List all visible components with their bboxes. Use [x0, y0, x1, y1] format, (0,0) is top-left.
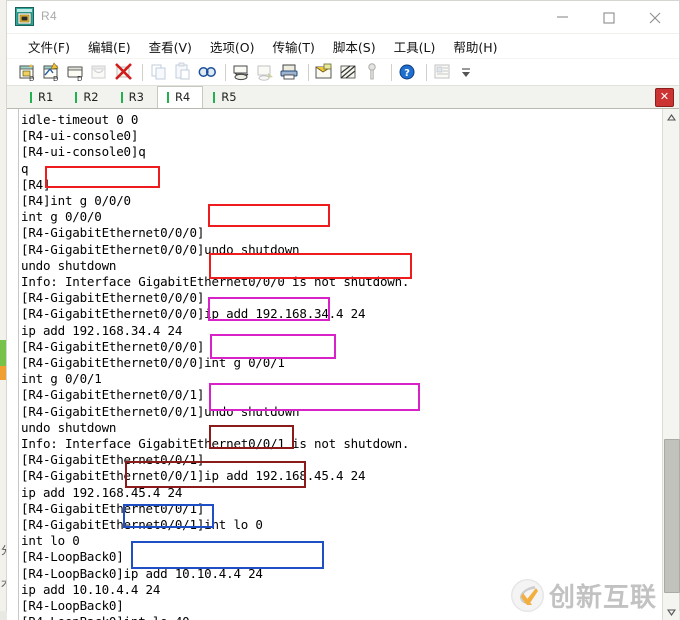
menu-item-options[interactable]: 选项(O): [201, 35, 264, 58]
terminal-line: [R4-GigabitEthernet0/0/0]: [21, 338, 205, 354]
svg-text:D: D: [29, 75, 34, 83]
highlight-ip-add-192-168-45-4: [209, 383, 420, 411]
terminal-application-window: R4 文件(F) 编辑(E) 查看(V) 选项(O) 传输(T) 脚本(S) 工…: [6, 0, 680, 620]
terminal-area: idle-timeout 0 0 [R4-ui-console0] [R4-ui-c…: [7, 109, 680, 620]
tab-r2[interactable]: R2: [66, 87, 111, 108]
terminal-line: ip add 192.168.34.4 24: [21, 322, 183, 338]
tab-label: R4: [174, 90, 191, 104]
svg-text:?: ?: [404, 68, 410, 79]
terminal-line: [R4-GigabitEthernet0/0/0]: [21, 290, 205, 306]
terminal-line: [R4-LoopBack0]int lo 40: [21, 614, 190, 620]
menu-item-edit[interactable]: 编辑(E): [79, 35, 140, 58]
terminal-line: undo shutdown: [21, 257, 117, 273]
maximize-button[interactable]: [587, 1, 633, 32]
sftp-icon[interactable]: [338, 61, 360, 83]
terminal-line: [R4-GigabitEthernet0/0/1]: [21, 387, 205, 403]
tab-r4[interactable]: R4: [156, 86, 204, 108]
terminal-line: q: [21, 160, 29, 176]
terminal-line: [R4-LoopBack0]: [21, 549, 124, 565]
toolbar-separator: [391, 63, 392, 81]
scrollbar-thumb[interactable]: [664, 439, 680, 593]
highlight-int-g-0-0-1: [208, 297, 330, 321]
highlight-ip-add-10-10-4-4: [125, 461, 306, 488]
tab-label: R1: [38, 90, 54, 104]
terminal-line: [R4]int g 0/0/0: [21, 193, 131, 208]
highlight-undo-shutdown-g0: [208, 204, 330, 227]
highlight-ip-add-40-40-40-40: [131, 541, 324, 569]
highlight-int-lo-0: [209, 425, 294, 449]
help-icon[interactable]: ?: [397, 61, 419, 83]
terminal-line: [R4-ui-console0]: [21, 128, 139, 144]
terminal-line: idle-timeout 0 0: [21, 112, 139, 127]
tab-status-indicator: [120, 92, 123, 103]
disconnect-all-icon[interactable]: [113, 61, 135, 83]
menu-item-tools[interactable]: 工具(L): [385, 35, 445, 58]
close-icon: ✕: [659, 91, 670, 103]
terminal-line: [R4-ui-console0]q: [21, 144, 146, 160]
session-tab-bar: R1 R2 R3 R4 R5 ✕: [7, 86, 679, 109]
menu-bar: 文件(F) 编辑(E) 查看(V) 选项(O) 传输(T) 脚本(S) 工具(L…: [7, 34, 679, 59]
menu-item-view[interactable]: 查看(V): [140, 35, 201, 58]
print-screen-icon[interactable]: [279, 61, 301, 83]
new-window-icon[interactable]: D: [65, 61, 87, 83]
find-icon[interactable]: [196, 61, 218, 83]
tab-label: R2: [83, 90, 99, 104]
tab-r5[interactable]: R5: [204, 87, 249, 108]
terminal-line: ip add 10.10.4.4 24: [21, 581, 161, 597]
vertical-scrollbar[interactable]: [662, 109, 680, 620]
properties-icon: [432, 61, 454, 83]
app-icon: [15, 7, 34, 26]
key-icon: [362, 61, 384, 83]
terminal-line: [R4-GigabitEthernet0/0/0]: [21, 225, 205, 241]
terminal-line: int lo 0: [21, 533, 80, 549]
paste-icon: [172, 61, 194, 83]
terminal-output[interactable]: idle-timeout 0 0 [R4-ui-console0] [R4-ui-c…: [7, 109, 663, 620]
toolbar-separator: [308, 63, 309, 81]
highlight-int-lo-40: [123, 504, 214, 528]
highlight-int-g-0-0-0: [45, 166, 160, 188]
terminal-line: int g 0/0/1: [21, 371, 102, 387]
disconnect-icon: [89, 61, 111, 83]
toolbar-separator: [426, 63, 427, 81]
svg-text:D: D: [77, 75, 82, 83]
terminal-left-border: [18, 109, 19, 620]
tab-label: R3: [128, 90, 144, 104]
print-icon[interactable]: [231, 61, 253, 83]
minimize-button[interactable]: [541, 1, 587, 32]
title-bar: R4: [7, 1, 679, 34]
menu-item-help[interactable]: 帮助(H): [444, 35, 506, 58]
terminal-line: int g 0/0/0: [21, 209, 102, 225]
file-transfer-icon[interactable]: [314, 61, 336, 83]
menu-item-transfer[interactable]: 传输(T): [264, 35, 324, 58]
tab-r1[interactable]: R1: [21, 87, 66, 108]
menu-item-file[interactable]: 文件(F): [19, 35, 79, 58]
tab-status-indicator: [30, 92, 32, 103]
highlight-undo-shutdown-g1: [210, 334, 336, 359]
terminal-line: undo shutdown: [21, 419, 117, 435]
tab-r3[interactable]: R3: [111, 87, 156, 108]
toolbar: D D D ?: [7, 59, 679, 86]
toolbar-overflow-icon[interactable]: [460, 61, 472, 83]
tab-status-indicator: [75, 92, 78, 103]
svg-text:D: D: [53, 75, 58, 83]
new-session-icon[interactable]: D: [17, 61, 39, 83]
toolbar-separator: [225, 63, 226, 81]
toolbar-separator: [142, 63, 143, 81]
log-session-icon: [255, 61, 277, 83]
scroll-up-button[interactable]: [663, 109, 679, 125]
clone-session-icon[interactable]: D: [41, 61, 63, 83]
tab-status-indicator: [166, 92, 169, 103]
close-button[interactable]: [633, 1, 679, 32]
menu-item-script[interactable]: 脚本(S): [324, 35, 385, 58]
tab-status-indicator: [213, 92, 216, 103]
highlight-ip-add-192-168-34-4: [209, 253, 412, 279]
window-title: R4: [41, 9, 57, 23]
scroll-down-button[interactable]: [663, 604, 679, 620]
tab-label: R5: [221, 90, 237, 104]
close-tab-button[interactable]: ✕: [655, 88, 674, 107]
copy-icon: [148, 61, 170, 83]
